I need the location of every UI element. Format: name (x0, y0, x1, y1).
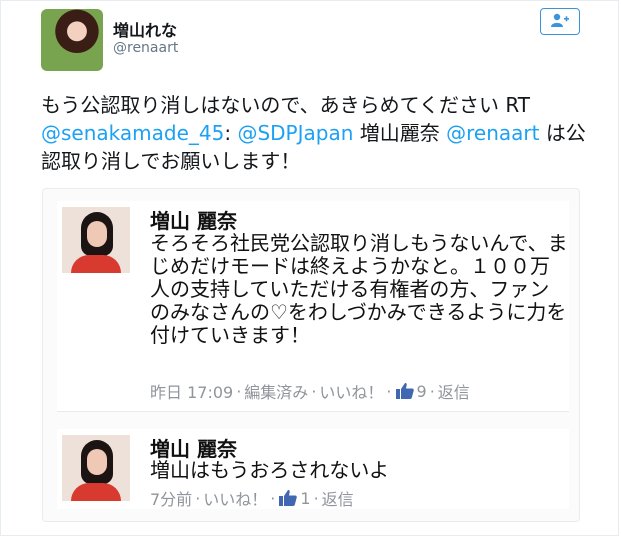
comment: 増山 麗奈 そろそろ社民党公認取り消しもうないんで、まじめだけモードは終えようか… (57, 201, 569, 412)
tweet-text: もう公認取り消しはないので、あきらめてください RT @senakamade_4… (41, 91, 589, 175)
mention-link[interactable]: @renaart (446, 121, 539, 145)
reply-link[interactable]: 返信 (438, 379, 470, 403)
follow-user-icon (550, 12, 570, 32)
like-count: 1 (300, 488, 311, 508)
user-avatar[interactable] (41, 9, 103, 71)
follow-button[interactable] (540, 8, 580, 35)
thumbs-up-icon (278, 489, 298, 507)
separator: · (236, 381, 242, 401)
thumbs-up-icon (395, 382, 415, 400)
edited-label[interactable]: 編集済み (244, 379, 308, 403)
comment-time[interactable]: 7分前 (150, 486, 192, 510)
comment-avatar[interactable] (62, 207, 130, 273)
separator: · (386, 381, 392, 401)
user-handle[interactable]: @renaart (113, 40, 178, 56)
tweet-text-part: もう公認取り消しはないので、あきらめてください RT (41, 93, 531, 117)
mention-link[interactable]: @SDPJapan (237, 121, 353, 145)
embedded-screenshot[interactable]: 増山 麗奈 そろそろ社民党公認取り消しもうないんで、まじめだけモードは終えようか… (42, 188, 580, 522)
tweet-text-part: 増山麗奈 (359, 121, 440, 145)
comment-text: そろそろ社民党公認取り消しもうないんで、まじめだけモードは終えようかなと。１００… (150, 231, 568, 347)
user-name[interactable]: 増山れな (113, 17, 177, 41)
comment-meta: 7分前 · いいね！ · 1 · 返信 (150, 486, 354, 510)
mention-link[interactable]: @senakamade_45 (41, 121, 224, 145)
comment-meta: 昨日 17:09 · 編集済み · いいね！ · 9 · 返信 (150, 379, 470, 403)
comment: 増山 麗奈 増山はもうおろされないよ 7分前 · いいね！ · 1 · 返信 (57, 429, 569, 509)
comment-author[interactable]: 増山 麗奈 (150, 205, 237, 234)
separator: · (313, 488, 319, 508)
separator: · (270, 488, 276, 508)
like-link[interactable]: いいね！ (203, 486, 267, 510)
like-link[interactable]: いいね！ (319, 379, 383, 403)
reply-link[interactable]: 返信 (322, 486, 354, 510)
separator: · (195, 488, 201, 508)
comment-time[interactable]: 昨日 17:09 (150, 379, 233, 403)
separator: · (311, 381, 317, 401)
like-count: 9 (416, 381, 427, 401)
separator: · (429, 381, 435, 401)
comment-text: 増山はもうおろされないよ (150, 458, 389, 482)
comment-avatar[interactable] (62, 435, 130, 501)
tweet-colon: : (224, 121, 232, 145)
